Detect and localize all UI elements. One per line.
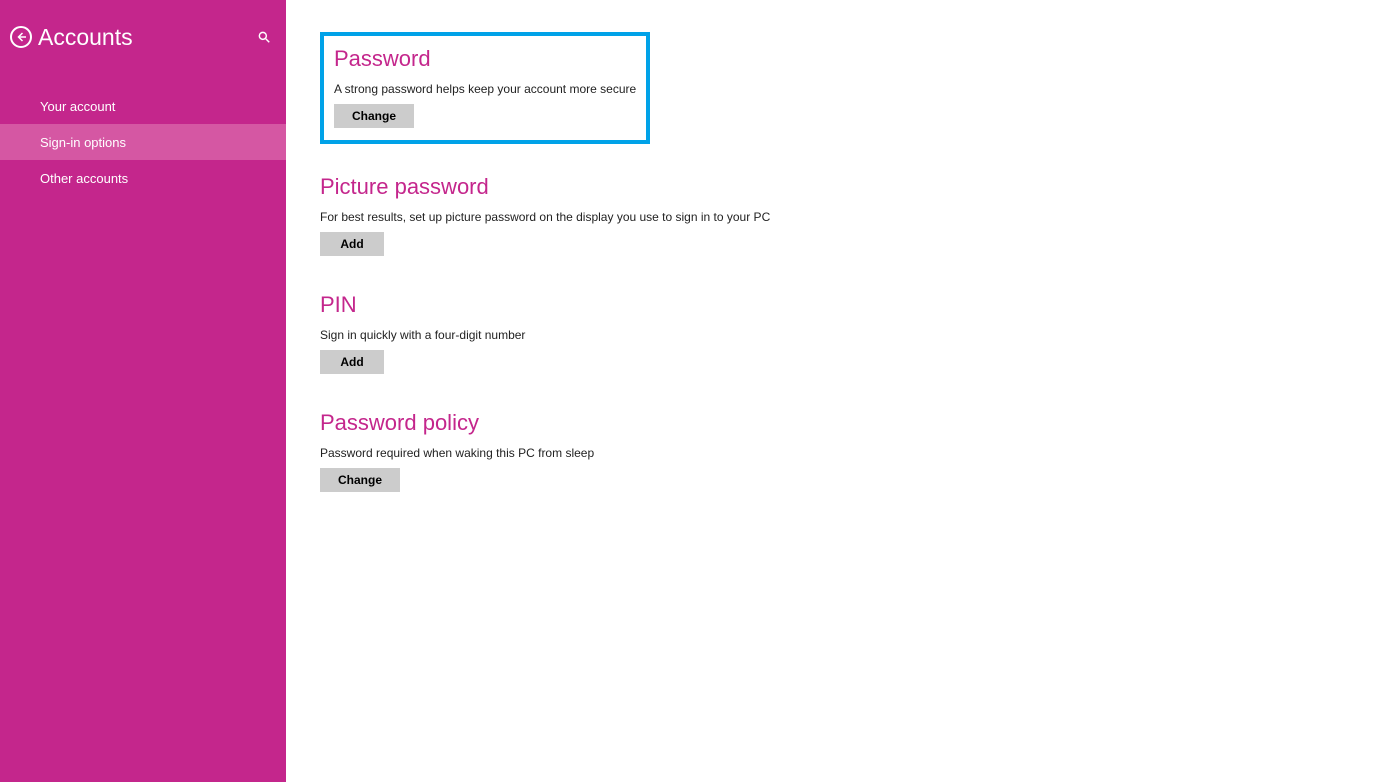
section-picture-password: Picture password For best results, set u…	[320, 174, 1387, 256]
section-desc-pin: Sign in quickly with a four-digit number	[320, 328, 1387, 342]
section-title-password-policy: Password policy	[320, 410, 1387, 436]
sidebar-item-label: Sign-in options	[40, 135, 126, 150]
main-content: Password A strong password helps keep yo…	[286, 0, 1387, 782]
section-title-pin: PIN	[320, 292, 1387, 318]
section-title-picture-password: Picture password	[320, 174, 1387, 200]
add-picture-password-button[interactable]: Add	[320, 232, 384, 256]
section-password: Password A strong password helps keep yo…	[320, 32, 650, 144]
sidebar-header: Accounts	[0, 0, 286, 74]
sidebar-item-label: Your account	[40, 99, 115, 114]
section-desc-password-policy: Password required when waking this PC fr…	[320, 446, 1387, 460]
add-pin-button[interactable]: Add	[320, 350, 384, 374]
sidebar-item-sign-in-options[interactable]: Sign-in options	[0, 124, 286, 160]
section-desc-password: A strong password helps keep your accoun…	[334, 82, 636, 96]
back-icon[interactable]	[10, 26, 32, 48]
page-title: Accounts	[38, 24, 133, 51]
section-password-policy: Password policy Password required when w…	[320, 410, 1387, 492]
change-password-button[interactable]: Change	[334, 104, 414, 128]
sidebar-item-label: Other accounts	[40, 171, 128, 186]
search-icon[interactable]	[256, 29, 272, 45]
change-password-policy-button[interactable]: Change	[320, 468, 400, 492]
section-pin: PIN Sign in quickly with a four-digit nu…	[320, 292, 1387, 374]
sidebar-item-other-accounts[interactable]: Other accounts	[0, 160, 286, 196]
section-title-password: Password	[334, 46, 636, 72]
sidebar-item-your-account[interactable]: Your account	[0, 88, 286, 124]
sidebar: Accounts Your account Sign-in options Ot…	[0, 0, 286, 782]
sidebar-nav: Your account Sign-in options Other accou…	[0, 88, 286, 196]
header-left: Accounts	[10, 24, 133, 51]
section-desc-picture-password: For best results, set up picture passwor…	[320, 210, 1387, 224]
